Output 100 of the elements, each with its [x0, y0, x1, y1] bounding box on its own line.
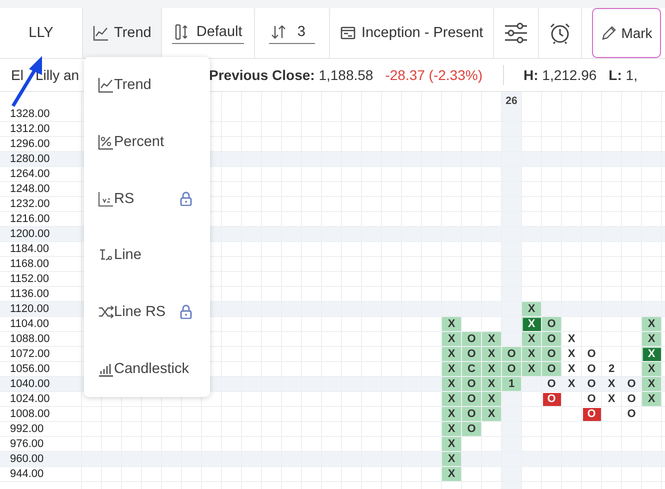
sort-icon [271, 24, 288, 40]
axis-label: 944.00 [10, 468, 44, 480]
chart-mark: O [547, 318, 556, 330]
axis-label: 1328.00 [10, 108, 50, 120]
signal-mark: X [642, 348, 660, 360]
axis-label: 1248.00 [10, 183, 50, 195]
chart-type-button[interactable]: Trend [83, 8, 162, 58]
trend-icon [98, 77, 114, 94]
chart-mark: X [488, 332, 496, 346]
chart-mark: X [648, 332, 656, 346]
chart-mark: X [448, 422, 456, 436]
axis-label: 1216.00 [10, 213, 50, 225]
low-price: L: 1, [608, 67, 638, 83]
calendar-icon [340, 25, 356, 41]
scale-select[interactable]: Default [172, 22, 244, 44]
company-name: Lilly an [35, 67, 80, 83]
chart-mark: X [528, 302, 536, 316]
trend-icon [93, 25, 109, 41]
chart-mark: O [587, 362, 596, 376]
axis-label: 1008.00 [10, 408, 50, 420]
chart-mark: X [448, 408, 456, 420]
menu-item[interactable]: Line RS [84, 294, 210, 329]
chart-mark: O [547, 362, 556, 376]
menu-item[interactable]: Candlestick [84, 352, 210, 386]
axis-label: 1312.00 [10, 123, 50, 135]
chart-mark: X [568, 378, 576, 390]
chart-mark: O [467, 348, 476, 360]
axis-label: 960.00 [10, 453, 44, 465]
chart-mark: O [547, 348, 556, 360]
chart-mark: X [488, 392, 496, 406]
signal-mark: O [542, 392, 560, 406]
chart-mark: X [568, 348, 576, 360]
chart-mark: X [488, 348, 496, 360]
shuffle-icon [98, 304, 114, 320]
axis-label: 1024.00 [10, 393, 50, 405]
price-change: -28.37 (-2.33%) [385, 67, 482, 83]
chart-mark: O [467, 408, 476, 420]
chart-mark: O [507, 348, 516, 360]
axis-label: 1072.00 [10, 348, 50, 360]
chart-mark: X [448, 468, 456, 480]
axis-label: 1040.00 [10, 378, 50, 390]
axis-label: 1232.00 [10, 198, 50, 210]
column-label: 26 [506, 95, 518, 107]
menu-item[interactable]: Trend [84, 68, 210, 102]
chart-mark: X [448, 318, 456, 330]
chart-mark: O [507, 362, 516, 376]
menu-item[interactable]: Line [84, 238, 210, 272]
axis-label: 1264.00 [10, 168, 50, 180]
high-price: H: 1,212.96 [524, 67, 597, 83]
axis-label: 1200.00 [10, 228, 50, 240]
chart-mark: X [448, 378, 456, 390]
chart-mark: X [608, 378, 616, 390]
chart-mark: X [488, 362, 496, 376]
sliders-icon [504, 22, 528, 44]
mark-button[interactable]: Mark [592, 8, 662, 58]
chart-mark: 1 [508, 378, 515, 390]
chart-mark: X [448, 392, 456, 406]
chart-mark: X [648, 318, 656, 330]
chart-mark: O [587, 378, 596, 390]
chart-mark: O [547, 332, 556, 346]
chart-mark: O [627, 378, 636, 390]
chart-mark: X [448, 332, 456, 346]
axis-label: 1152.00 [10, 273, 49, 285]
line-icon [98, 247, 114, 264]
chart-mark: X [448, 438, 456, 450]
signal-mark: X [522, 318, 540, 330]
chart-mark: O [467, 332, 476, 346]
menu-item[interactable]: RS [84, 182, 210, 216]
chart-mark: X [448, 362, 456, 376]
chart-mark: X [648, 362, 656, 376]
chart-mark: O [547, 378, 556, 390]
chart-mark: X [528, 332, 536, 346]
axis-label: 1056.00 [10, 363, 50, 375]
axis-label: 1280.00 [10, 153, 50, 165]
axis-label: 1088.00 [10, 333, 50, 345]
chart-mark: X [648, 392, 656, 406]
chart-mark: X [608, 392, 616, 406]
menu-item[interactable]: Percent [84, 124, 210, 159]
alarm-clock-icon [549, 22, 572, 44]
company-name: El [11, 67, 24, 83]
chart-mark: X [648, 378, 656, 390]
chart-mark: O [587, 392, 596, 406]
axis-label: 1184.00 [10, 243, 49, 255]
chart-mark: X [528, 362, 536, 376]
pencil-icon [601, 25, 618, 41]
box-size-select[interactable]: 3 [269, 22, 316, 44]
chart-mark: X [488, 408, 496, 420]
axis-label: 1120.00 [10, 303, 49, 315]
chart-mark: O [467, 422, 476, 436]
chart-mark: O [467, 378, 476, 390]
chart-mark: C [468, 362, 476, 376]
axis-label: 976.00 [10, 438, 44, 450]
chart-mark: X [448, 452, 456, 466]
scale-icon [174, 24, 190, 40]
chart-mark: O [587, 348, 596, 360]
axis-icon [98, 190, 114, 207]
axis-label: 1136.00 [10, 288, 49, 300]
chart-mark: X [568, 332, 576, 346]
axis-label: 992.00 [10, 423, 44, 435]
chart-mark: X [568, 362, 576, 376]
